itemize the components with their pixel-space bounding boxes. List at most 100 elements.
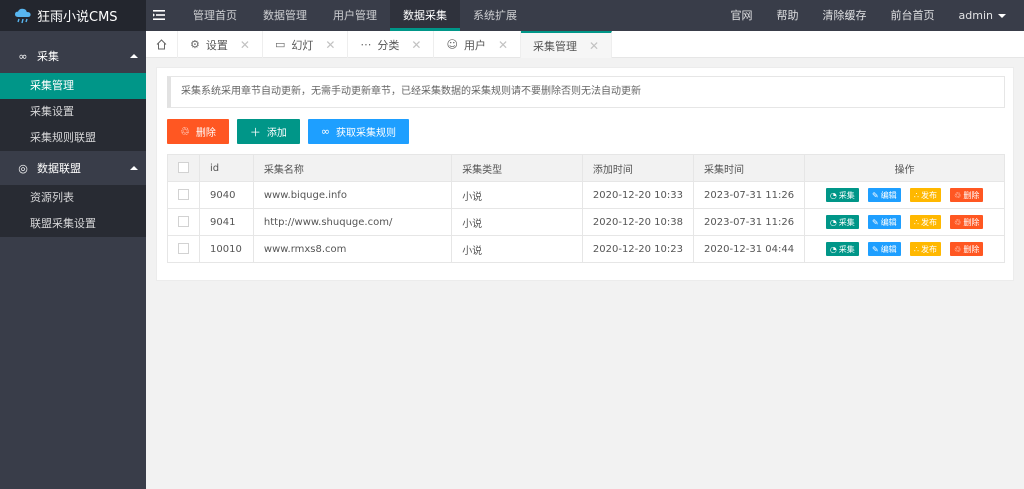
delete-row-button[interactable]: ♲ 删除: [950, 242, 984, 256]
publish-button[interactable]: ∴ 发布: [909, 215, 941, 229]
edit-button[interactable]: ✎ 编辑: [867, 188, 901, 202]
tab-slides[interactable]: ▭ 幻灯 ✕: [263, 31, 349, 58]
table-row: 9041 http://www.shuquge.com/ 小说 2020-12-…: [167, 208, 1005, 236]
close-icon[interactable]: ✕: [325, 38, 335, 52]
row-select-cell: [167, 235, 200, 263]
nav-frontend-home[interactable]: 前台首页: [879, 0, 947, 31]
sidebar-item-alliance-settings[interactable]: 联盟采集设置: [0, 211, 146, 237]
pencil-icon: ✎: [871, 190, 879, 200]
nav-help[interactable]: 帮助: [765, 0, 811, 31]
collection-table: id 采集名称 采集类型 添加时间 采集时间 操作 9040 www.biqug…: [167, 154, 1005, 263]
delete-button[interactable]: ♲ 删除: [167, 119, 229, 144]
delete-label: 删除: [963, 190, 980, 200]
nav-item-data-collection[interactable]: 数据采集: [390, 0, 460, 31]
sidebar-submenu-collection: 采集管理 采集设置 采集规则联盟: [0, 73, 146, 151]
close-icon[interactable]: ✕: [498, 38, 508, 52]
publish-label: 发布: [920, 244, 937, 254]
chevron-down-icon: [998, 14, 1006, 18]
gauge-icon: ◔: [829, 244, 837, 254]
add-button[interactable]: ＋ 添加: [236, 119, 300, 144]
toolbar: ♲ 删除 ＋ 添加 ∞ 获取采集规则: [167, 119, 417, 144]
edit-button[interactable]: ✎ 编辑: [867, 242, 901, 256]
content-panel: 采集系统采用章节自动更新，无需手动更新章节，已经采集数据的采集规则请不要删除否则…: [156, 67, 1014, 281]
trash-icon: ♲: [954, 244, 962, 254]
user-menu[interactable]: admin: [947, 0, 1018, 31]
nav-official-site[interactable]: 官网: [719, 0, 765, 31]
sidebar-group-data-alliance[interactable]: ◎ 数据联盟: [0, 151, 146, 185]
collect-label: 采集: [838, 244, 855, 254]
plus-icon: ＋: [249, 125, 261, 139]
close-icon[interactable]: ✕: [411, 38, 421, 52]
delete-row-button[interactable]: ♲ 删除: [950, 188, 984, 202]
tab-label: 分类: [377, 38, 400, 52]
sidebar-item-resource-list[interactable]: 资源列表: [0, 185, 146, 211]
fetch-rules-button[interactable]: ∞ 获取采集规则: [307, 119, 410, 144]
publish-button[interactable]: ∴ 发布: [909, 188, 941, 202]
sidebar-item-collection-settings[interactable]: 采集设置: [0, 99, 146, 125]
publish-button[interactable]: ∴ 发布: [909, 242, 941, 256]
sidebar-item-collection-management[interactable]: 采集管理: [0, 73, 146, 99]
trash-icon: ♲: [954, 190, 962, 200]
sidebar-item-rule-alliance[interactable]: 采集规则联盟: [0, 125, 146, 151]
trash-icon: ♲: [180, 125, 190, 138]
column-header-type: 采集类型: [451, 154, 583, 182]
publish-label: 发布: [920, 190, 937, 200]
cell-id: 10010: [199, 235, 254, 263]
cell-id: 9041: [199, 208, 254, 236]
column-header-name: 采集名称: [252, 154, 453, 182]
tab-categories[interactable]: ⋯ 分类 ✕: [348, 31, 435, 58]
row-select-cell: [167, 181, 200, 209]
tab-label: 采集管理: [533, 39, 577, 53]
edit-label: 编辑: [880, 217, 897, 227]
select-all-checkbox[interactable]: [178, 162, 189, 174]
row-checkbox[interactable]: [178, 243, 189, 255]
edit-label: 编辑: [880, 190, 897, 200]
table-row: 9040 www.biquge.info 小说 2020-12-20 10:33…: [167, 181, 1005, 209]
user-name: admin: [958, 9, 993, 22]
pencil-icon: ✎: [871, 244, 879, 254]
cell-actions: ◔ 采集 ✎ 编辑 ∴ 发布 ♲ 删除: [804, 208, 1005, 236]
nav-clear-cache[interactable]: 清除缓存: [811, 0, 879, 31]
user-icon: ☺: [446, 38, 458, 51]
edit-button[interactable]: ✎ 编辑: [867, 215, 901, 229]
delete-button-label: 删除: [195, 128, 216, 139]
close-icon[interactable]: ✕: [589, 39, 599, 53]
tab-settings[interactable]: ⚙ 设置 ✕: [178, 31, 263, 58]
app-title: 狂雨小说CMS: [37, 10, 118, 25]
collect-button[interactable]: ◔ 采集: [825, 242, 859, 256]
column-header-actions: 操作: [804, 154, 1005, 182]
nav-item-user-management[interactable]: 用户管理: [320, 0, 390, 31]
collect-button[interactable]: ◔ 采集: [825, 215, 859, 229]
delete-row-button[interactable]: ♲ 删除: [950, 215, 984, 229]
sidebar: ∞ 采集 采集管理 采集设置 采集规则联盟 ◎ 数据联盟 资源列表 联盟采集设置: [0, 31, 146, 489]
nav-item-admin-home[interactable]: 管理首页: [180, 0, 250, 31]
row-checkbox[interactable]: [178, 216, 189, 228]
sidebar-group-collection[interactable]: ∞ 采集: [0, 39, 146, 73]
nav-item-data-management[interactable]: 数据管理: [250, 0, 320, 31]
close-icon[interactable]: ✕: [240, 38, 250, 52]
tab-collection-management[interactable]: 采集管理 ✕: [521, 31, 613, 58]
share-icon: ∴: [913, 217, 919, 227]
nav-item-system-extension[interactable]: 系统扩展: [460, 0, 530, 31]
cell-type: 小说: [451, 181, 583, 209]
logo[interactable]: 狂雨小说CMS: [0, 0, 146, 31]
tab-users[interactable]: ☺ 用户 ✕: [434, 31, 521, 58]
tab-home[interactable]: [146, 31, 178, 58]
table-row: 10010 www.rmxs8.com 小说 2020-12-20 10:23 …: [167, 235, 1005, 263]
row-select-cell: [167, 208, 200, 236]
menu-toggle-icon[interactable]: [152, 8, 166, 22]
trash-icon: ♲: [954, 217, 962, 227]
cell-type: 小说: [451, 235, 583, 263]
row-checkbox[interactable]: [178, 189, 189, 201]
cell-added: 2020-12-20 10:23: [581, 235, 695, 263]
cell-added: 2020-12-20 10:33: [581, 181, 695, 209]
gear-icon: ⚙: [190, 38, 200, 51]
fetch-rules-button-label: 获取采集规则: [336, 128, 397, 139]
tab-label: 用户: [463, 38, 486, 52]
edit-label: 编辑: [880, 244, 897, 254]
rain-cloud-icon: [15, 8, 31, 23]
home-icon: [156, 39, 167, 50]
collect-button[interactable]: ◔ 采集: [825, 188, 859, 202]
gauge-icon: ◔: [829, 190, 837, 200]
